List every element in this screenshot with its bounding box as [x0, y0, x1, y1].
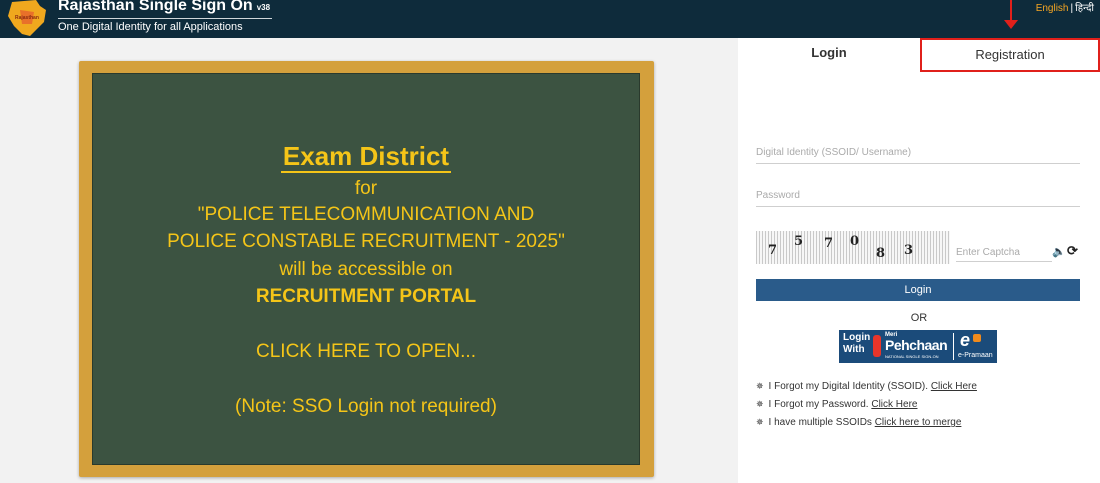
captcha-digit: 7 — [824, 236, 834, 251]
star-icon: ✵ — [756, 399, 764, 409]
captcha-digit: 3 — [904, 243, 914, 258]
pehchaan-name-text: Pehchaan — [885, 337, 948, 353]
forgot-ssoid-row: ✵ I Forgot my Digital Identity (SSOID). C… — [756, 381, 977, 399]
board-title: Exam District — [93, 141, 639, 173]
password-field[interactable] — [756, 185, 1080, 207]
site-title: Rajasthan Single Sign On v38 — [58, 0, 270, 15]
meri-pehchaan-login-button[interactable]: Login With Meri Pehchaan NATIONAL SINGLE… — [839, 330, 997, 363]
pehchaan-with-text: With — [843, 344, 865, 355]
lang-hindi-link[interactable]: हिन्दी — [1075, 3, 1094, 14]
forgot-password-row: ✵ I Forgot my Password. Click Here — [756, 399, 977, 417]
password-input[interactable] — [756, 185, 1080, 206]
header-bar: Rajasthan Rajasthan Single Sign On v38 On… — [0, 0, 1100, 38]
language-switcher: English | हिन्दी — [1036, 0, 1094, 14]
captcha-digit: 7 — [768, 243, 778, 258]
refresh-icon[interactable]: ⟳ — [1067, 243, 1078, 259]
board-line-for: for — [354, 178, 378, 199]
captcha-input[interactable] — [956, 243, 1052, 262]
tab-registration[interactable]: Registration — [920, 38, 1100, 72]
tab-login[interactable]: Login — [738, 38, 920, 68]
board-line-portal: RECRUITMENT PORTAL — [255, 286, 477, 307]
pehchaan-divider — [953, 333, 954, 360]
username-input[interactable] — [756, 142, 1080, 163]
version-label: v38 — [256, 3, 271, 12]
board-title-text: Exam District — [280, 141, 452, 173]
forgot-ssoid-text: I Forgot my Digital Identity (SSOID). — [768, 381, 929, 392]
username-field[interactable] — [756, 142, 1080, 164]
captcha-field[interactable] — [956, 242, 1052, 262]
site-title-text: Rajasthan Single Sign On — [58, 0, 253, 14]
title-divider — [58, 18, 272, 19]
epramaan-dot-icon — [973, 334, 981, 342]
notice-board-slide[interactable]: Exam District for "POLICE TELECOMMUNICAT… — [79, 61, 654, 477]
carousel-dots — [331, 479, 403, 483]
board-line-exam-name-2: POLICE CONSTABLE RECRUITMENT - 2025" — [167, 231, 565, 252]
pehchaan-login-text: Login — [843, 332, 871, 343]
star-icon: ✵ — [756, 381, 764, 391]
star-icon: ✵ — [756, 417, 764, 427]
pehchaan-login-with: Login With — [843, 332, 870, 356]
login-button[interactable]: Login — [756, 279, 1080, 301]
forgot-ssoid-link[interactable]: Click Here — [931, 381, 977, 392]
notice-area: Exam District for "POLICE TELECOMMUNICAT… — [0, 38, 738, 483]
merge-ssoid-link[interactable]: Click here to merge — [875, 417, 962, 428]
epramaan-text: e-Pramaan — [958, 352, 993, 359]
captcha-digit: 5 — [794, 234, 804, 249]
board-note: (Note: SSO Login not required) — [235, 396, 497, 417]
captcha-digit: 0 — [850, 234, 860, 249]
or-divider-text: OR — [910, 312, 928, 324]
board-line-exam-name-1: "POLICE TELECOMMUNICATION AND — [197, 204, 535, 225]
lang-english-link[interactable]: English — [1036, 3, 1069, 14]
epramaan-e-icon: e — [960, 330, 971, 350]
forgot-password-text: I Forgot my Password. — [768, 399, 869, 410]
board-line-accessible: will be accessible on — [279, 259, 453, 280]
captcha-digit: 8 — [876, 246, 886, 261]
pehchaan-subtitle: NATIONAL SINGLE SIGN-ON — [885, 354, 939, 359]
pehchaan-figure-icon — [873, 335, 881, 357]
red-arrow-icon — [1010, 0, 1012, 21]
notice-board-content[interactable]: Exam District for "POLICE TELECOMMUNICAT… — [92, 73, 640, 465]
captcha-image: 7 5 7 0 8 3 — [756, 231, 950, 264]
site-tagline: One Digital Identity for all Application… — [58, 21, 243, 33]
speaker-icon[interactable]: 🔈 — [1052, 245, 1066, 258]
board-click-here-link[interactable]: CLICK HERE TO OPEN... — [93, 341, 639, 363]
svg-text:Rajasthan: Rajasthan — [15, 15, 39, 21]
merge-ssoid-text: I have multiple SSOIDs — [768, 417, 872, 428]
forgot-password-link[interactable]: Click Here — [871, 399, 917, 410]
help-links: ✵ I Forgot my Digital Identity (SSOID). C… — [756, 381, 977, 435]
rajasthan-logo-icon[interactable]: Rajasthan — [6, 0, 48, 38]
login-panel: Login Registration 7 5 7 0 8 3 🔈 ⟳ Login… — [738, 38, 1100, 483]
red-arrow-head-icon — [1004, 20, 1018, 29]
merge-ssoid-row: ✵ I have multiple SSOIDs Click here to me… — [756, 417, 977, 435]
lang-separator: | — [1070, 3, 1074, 14]
